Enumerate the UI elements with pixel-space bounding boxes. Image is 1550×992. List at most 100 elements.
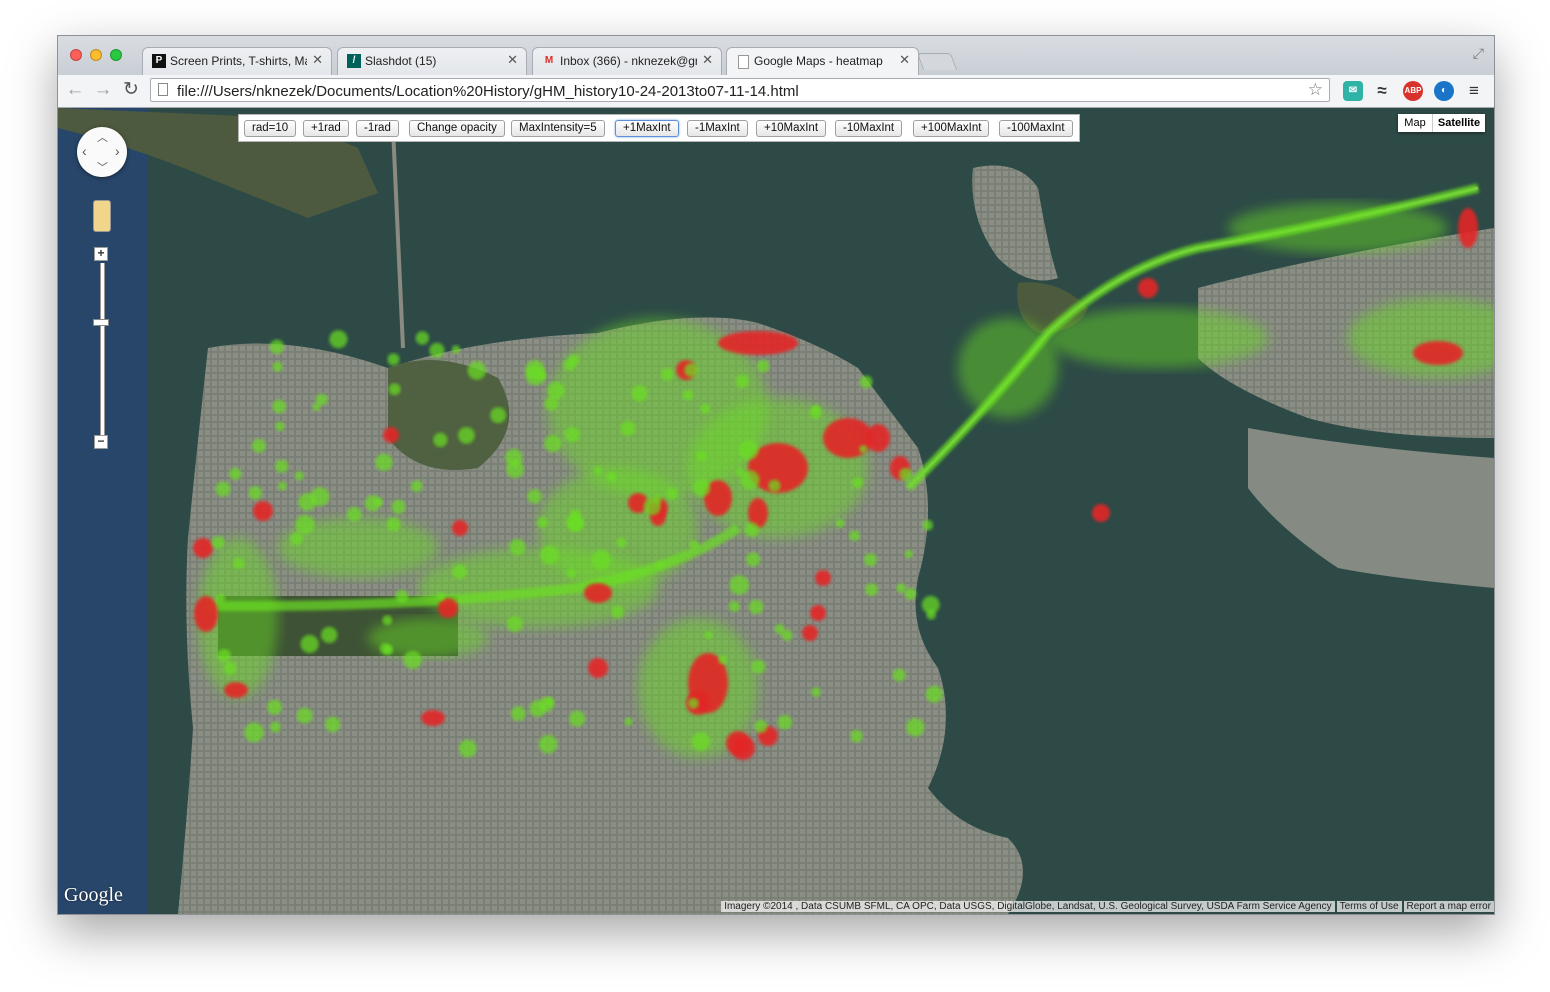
- heat-point: [215, 481, 231, 497]
- heat-point: [539, 545, 559, 565]
- heat-point: [564, 426, 581, 443]
- tab-threadless[interactable]: P Screen Prints, T-shirts, Ma ✕: [142, 47, 332, 75]
- heat-hotspot: [810, 605, 826, 621]
- forward-button[interactable]: →: [92, 79, 114, 101]
- pan-control[interactable]: ︿ ﹀ ‹ ›: [77, 127, 127, 177]
- tab-gmail[interactable]: M Inbox (366) - nknezek@gn ✕: [532, 47, 722, 75]
- heat-point: [386, 517, 401, 532]
- page-icon: [158, 83, 168, 96]
- heat-point: [403, 650, 422, 670]
- heat-hotspot: [452, 520, 468, 536]
- back-button[interactable]: ←: [64, 79, 86, 101]
- zoom-out-button[interactable]: −: [94, 435, 108, 449]
- zoom-window-button[interactable]: [110, 49, 122, 61]
- change-opacity-button[interactable]: Change opacity: [409, 120, 505, 137]
- zoom-slider-track[interactable]: [100, 263, 105, 438]
- minus-1-maxint-button[interactable]: -1MaxInt: [687, 120, 748, 137]
- increase-radius-button[interactable]: +1rad: [303, 120, 349, 137]
- heat-hotspot: [253, 501, 273, 521]
- heat-point: [346, 506, 362, 522]
- report-map-error-link[interactable]: Report a map error: [1403, 901, 1494, 912]
- heat-point: [379, 642, 392, 655]
- heat-point: [624, 717, 633, 726]
- pan-down-icon[interactable]: ﹀: [97, 159, 108, 175]
- minus-100-maxint-button[interactable]: -100MaxInt: [999, 120, 1073, 137]
- map-view[interactable]: rad=10 +1rad -1rad Change opacity MaxInt…: [58, 108, 1494, 914]
- street-view-pegman-icon[interactable]: [93, 200, 111, 232]
- heat-point: [267, 699, 283, 715]
- close-tab-icon[interactable]: ✕: [507, 52, 518, 68]
- decrease-radius-button[interactable]: -1rad: [356, 120, 399, 137]
- heat-point: [451, 345, 461, 354]
- zoom-in-button[interactable]: +: [94, 247, 108, 261]
- heat-point: [863, 553, 877, 567]
- heat-hotspot: [588, 658, 608, 678]
- pan-up-icon[interactable]: ︿: [97, 129, 108, 145]
- eye-extension-icon[interactable]: ◐: [1434, 81, 1454, 101]
- heat-point: [223, 661, 237, 675]
- tab-google-maps-heatmap[interactable]: Google Maps - heatmap ✕: [726, 47, 919, 75]
- approximately-icon[interactable]: ≈: [1372, 81, 1392, 101]
- tab-slashdot[interactable]: / Slashdot (15) ✕: [337, 47, 527, 75]
- heat-point: [269, 721, 281, 733]
- terms-of-use-link[interactable]: Terms of Use: [1336, 901, 1402, 912]
- heat-point: [691, 732, 711, 751]
- fullscreen-icon[interactable]: ⤢: [1473, 45, 1484, 62]
- evernote-icon[interactable]: ✉: [1343, 81, 1363, 101]
- heat-point: [926, 609, 937, 620]
- heat-point: [433, 432, 448, 448]
- tab-title: Google Maps - heatmap: [754, 54, 883, 68]
- plus-1-maxint-button[interactable]: +1MaxInt: [615, 120, 679, 137]
- heat-point: [729, 575, 750, 595]
- minimize-window-button[interactable]: [90, 49, 102, 61]
- heat-point: [631, 385, 648, 402]
- bookmark-star-icon[interactable]: ☆: [1308, 80, 1323, 100]
- heat-point: [684, 363, 699, 378]
- map-type-satellite-button[interactable]: Satellite: [1433, 114, 1485, 132]
- browser-window: P Screen Prints, T-shirts, Ma ✕ / Slashd…: [57, 35, 1495, 915]
- close-tab-icon[interactable]: ✕: [312, 52, 323, 68]
- heat-glow: [1048, 308, 1268, 368]
- heat-point: [525, 359, 545, 380]
- pan-right-icon[interactable]: ›: [115, 143, 120, 159]
- plus-10-maxint-button[interactable]: +10MaxInt: [756, 120, 827, 137]
- pan-left-icon[interactable]: ‹: [82, 143, 87, 159]
- heat-point: [811, 687, 822, 698]
- close-window-button[interactable]: [70, 49, 82, 61]
- max-intensity-button[interactable]: MaxIntensity=5: [511, 120, 605, 137]
- close-tab-icon[interactable]: ✕: [899, 52, 910, 68]
- menu-icon[interactable]: ≡: [1464, 81, 1484, 101]
- heat-point: [544, 696, 555, 707]
- reload-button[interactable]: ↻: [120, 79, 142, 101]
- heat-point: [563, 358, 576, 372]
- url-text: file:///Users/nknezek/Documents/Location…: [177, 83, 799, 100]
- heat-point: [211, 535, 225, 550]
- radius-button[interactable]: rad=10: [244, 120, 297, 137]
- plus-100-maxint-button[interactable]: +100MaxInt: [913, 120, 990, 137]
- heat-hotspot: [1458, 208, 1478, 248]
- heat-point: [735, 468, 745, 477]
- map-type-map-button[interactable]: Map: [1398, 114, 1433, 132]
- new-tab-button[interactable]: [916, 53, 958, 70]
- close-tab-icon[interactable]: ✕: [702, 52, 713, 68]
- adblock-plus-icon[interactable]: ABP: [1403, 81, 1423, 101]
- heat-point: [904, 549, 914, 559]
- heat-point: [277, 481, 287, 491]
- imagery-attribution: Imagery ©2014 , Data CSUMB SFML, CA OPC,…: [721, 901, 1335, 912]
- heat-point: [415, 331, 430, 345]
- tab-title: Screen Prints, T-shirts, Ma: [170, 54, 307, 68]
- page-favicon-icon: [738, 55, 749, 69]
- heat-point: [546, 381, 565, 400]
- heat-point: [269, 339, 285, 355]
- zoom-slider-handle[interactable]: [93, 319, 109, 326]
- address-bar[interactable]: file:///Users/nknezek/Documents/Location…: [150, 78, 1330, 102]
- heat-point: [294, 471, 304, 481]
- heat-point: [490, 407, 507, 424]
- heat-hotspot: [1092, 504, 1110, 522]
- heat-hotspot: [584, 583, 612, 603]
- heat-point: [865, 583, 878, 597]
- minus-10-maxint-button[interactable]: -10MaxInt: [835, 120, 903, 137]
- heat-point: [906, 718, 925, 737]
- heat-point: [696, 450, 707, 461]
- heat-hotspot: [731, 736, 755, 760]
